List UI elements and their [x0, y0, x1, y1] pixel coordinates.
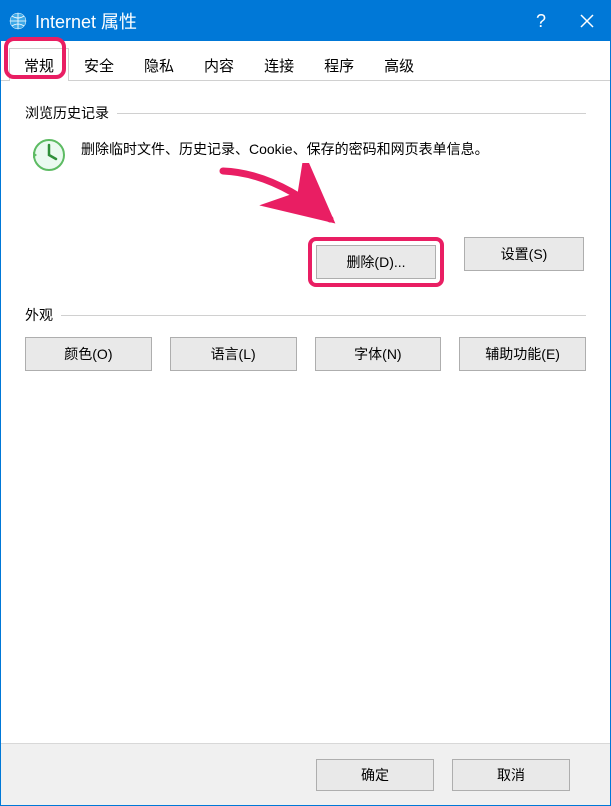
tab-programs[interactable]: 程序	[309, 48, 369, 81]
internet-properties-window: Internet 属性 ? 常规 安全 隐私 内容 连接 程序 高级 浏览历史记…	[0, 0, 611, 806]
tabstrip: 常规 安全 隐私 内容 连接 程序 高级	[1, 41, 610, 81]
ok-button[interactable]: 确定	[316, 759, 434, 791]
tab-security[interactable]: 安全	[69, 48, 129, 81]
history-icon	[25, 133, 73, 173]
divider	[117, 113, 586, 114]
window-title: Internet 属性	[35, 8, 518, 34]
tab-content[interactable]: 内容	[189, 48, 249, 81]
tab-advanced[interactable]: 高级	[369, 48, 429, 81]
appearance-buttons-row: 颜色(O) 语言(L) 字体(N) 辅助功能(E)	[25, 337, 586, 371]
dialog-footer: 确定 取消	[1, 743, 610, 805]
tab-privacy[interactable]: 隐私	[129, 48, 189, 81]
cancel-button[interactable]: 取消	[452, 759, 570, 791]
tab-connections[interactable]: 连接	[249, 48, 309, 81]
delete-button[interactable]: 删除(D)...	[316, 245, 436, 279]
divider	[61, 315, 586, 316]
colors-button[interactable]: 颜色(O)	[25, 337, 152, 371]
section-label-history: 浏览历史记录	[25, 103, 117, 123]
annotation-arrow-wrap	[25, 189, 586, 249]
tab-content-panel: 浏览历史记录 删除临时文件、历史记录、Cookie、保存的密码和网页表单信息。	[1, 81, 610, 371]
fonts-button[interactable]: 字体(N)	[315, 337, 442, 371]
close-button[interactable]	[564, 1, 610, 41]
globe-icon	[9, 12, 27, 30]
section-header-history: 浏览历史记录	[25, 103, 586, 123]
section-label-appearance: 外观	[25, 305, 61, 325]
languages-button[interactable]: 语言(L)	[170, 337, 297, 371]
tab-general[interactable]: 常规	[9, 48, 69, 81]
help-button[interactable]: ?	[518, 1, 564, 41]
titlebar: Internet 属性 ?	[1, 1, 610, 41]
section-header-appearance: 外观	[25, 305, 586, 325]
annotation-arrow-icon	[215, 163, 365, 239]
accessibility-button[interactable]: 辅助功能(E)	[459, 337, 586, 371]
